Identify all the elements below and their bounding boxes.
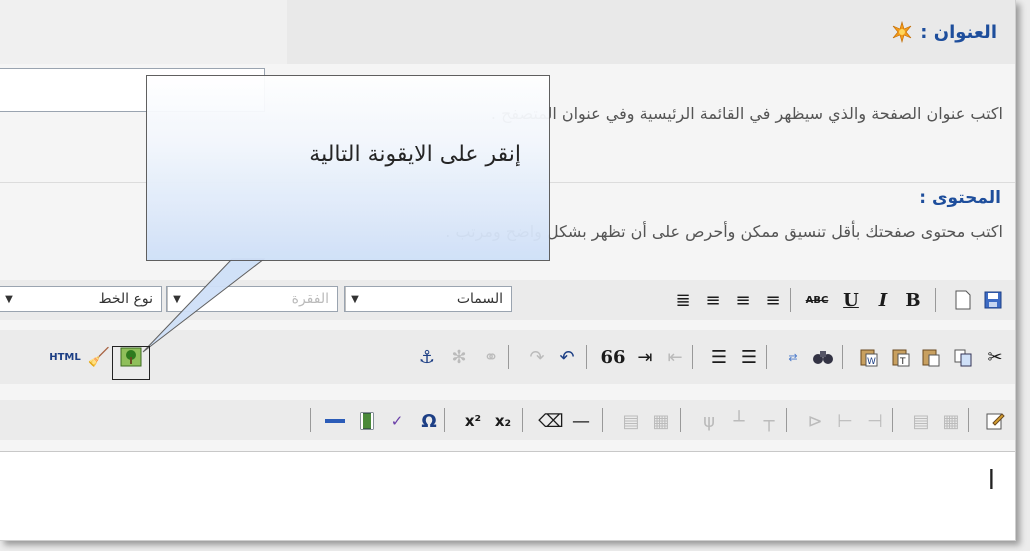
toolbar-separator <box>790 288 791 312</box>
styles-select[interactable]: ▼ السمات <box>344 286 512 312</box>
bold-button[interactable]: B <box>900 287 926 313</box>
edit-form-icon[interactable] <box>982 408 1008 434</box>
subscript-button[interactable]: x₂ <box>490 408 516 434</box>
align-right-icon[interactable]: ≡ <box>760 287 786 313</box>
toolbar-separator <box>842 345 843 369</box>
find-icon[interactable] <box>810 344 836 370</box>
paste-text-icon[interactable]: T <box>888 344 914 370</box>
blockquote-icon[interactable]: 66 <box>600 344 626 370</box>
eraser-icon[interactable]: ⌫ <box>538 408 564 434</box>
editor-toolbar-row-1: B I U ABC ≡ ≡ ≡ ≣ ▼ السمات ▼ الفقرة ▼ نو… <box>0 280 1015 320</box>
save-icon[interactable] <box>980 287 1006 313</box>
unlink-icon[interactable]: ✻ <box>446 344 472 370</box>
chevron-down-icon: ▼ <box>0 287 18 311</box>
callout-tooltip: إنقر على الايقونة التالية <box>146 75 550 261</box>
screenshot-stage: العنوان : اكتب عنوان الصفحة والذي سيظهر … <box>0 0 1030 551</box>
table-cell-icon[interactable]: ▦ <box>938 408 964 434</box>
outdent-icon[interactable]: ⇤ <box>662 344 688 370</box>
toolbar-separator <box>892 408 893 432</box>
delete-col-icon[interactable]: ⊳ <box>802 408 828 434</box>
font-family-select[interactable]: ▼ نوع الخط <box>0 286 162 312</box>
insert-row-after-icon[interactable]: ┬ <box>756 408 782 434</box>
svg-text:T: T <box>899 357 906 367</box>
align-center-icon[interactable]: ≡ <box>730 287 756 313</box>
toolbar-separator <box>766 345 767 369</box>
callout-text: إنقر على الايقونة التالية <box>309 142 521 167</box>
toolbar-separator <box>968 408 969 432</box>
toolbar-separator <box>508 345 509 369</box>
html-source-button[interactable]: HTML <box>46 344 84 370</box>
undo-icon[interactable]: ↶ <box>554 344 580 370</box>
paste-word-icon[interactable]: W <box>856 344 882 370</box>
align-justify-icon[interactable]: ≣ <box>670 287 696 313</box>
italic-button[interactable]: I <box>870 287 896 313</box>
redo-icon[interactable]: ↷ <box>524 344 550 370</box>
superscript-button[interactable]: x² <box>460 408 486 434</box>
cut-icon[interactable]: ✂ <box>982 344 1008 370</box>
insert-row-before-icon[interactable]: ┴ <box>726 408 752 434</box>
toolbar-separator <box>680 408 681 432</box>
special-char-button[interactable]: Ω <box>416 408 442 434</box>
svg-text:W: W <box>867 357 876 367</box>
title-label: العنوان : <box>920 21 997 43</box>
link-icon[interactable]: ⚭ <box>478 344 504 370</box>
editor-content-area[interactable]: ا <box>0 451 1015 540</box>
toolbar-separator <box>935 288 936 312</box>
media-icon[interactable] <box>354 408 380 434</box>
insert-table-icon[interactable]: ▤ <box>618 408 644 434</box>
table-props-icon[interactable]: ▦ <box>648 408 674 434</box>
indent-icon[interactable]: ⇥ <box>632 344 658 370</box>
title-label-group: العنوان : <box>890 20 997 44</box>
toolbar-separator <box>444 408 445 432</box>
table-merge-icon[interactable]: ▤ <box>908 408 934 434</box>
spellcheck-icon[interactable]: ✓ <box>384 408 410 434</box>
cleanup-icon[interactable]: 🧹 <box>86 344 112 370</box>
paragraph-select[interactable]: ▼ الفقرة <box>166 286 338 312</box>
hr-icon[interactable] <box>322 408 348 434</box>
editor-toolbar-row-2: ✂ T W ⇄ ☰ ☰ ⇤ ⇥ 66 ↶ ↷ ⚭ ✻ ⚓ 🧹 HTML <box>0 330 1015 384</box>
title-row-strip <box>0 0 1015 64</box>
numbered-list-icon[interactable]: ☰ <box>706 344 732 370</box>
toolbar-separator <box>310 408 311 432</box>
underline-button[interactable]: U <box>838 287 864 313</box>
editor-toolbar-row-3: ▦ ▤ ⊣ ⊢ ⊳ ┬ ┴ ψ ▦ ▤ — ⌫ x₂ x² Ω ✓ <box>0 400 1015 440</box>
toolbar-separator <box>692 345 693 369</box>
strikethrough-button[interactable]: ABC <box>804 287 830 313</box>
star-icon <box>893 20 912 44</box>
toolbar-separator <box>602 408 603 432</box>
copy-icon[interactable] <box>950 344 976 370</box>
toolbar-separator <box>522 408 523 432</box>
delete-row-icon[interactable]: ψ <box>696 408 722 434</box>
new-document-icon[interactable] <box>950 287 976 313</box>
paste-icon[interactable] <box>918 344 944 370</box>
insert-col-before-icon[interactable]: ⊢ <box>832 408 858 434</box>
chevron-down-icon: ▼ <box>345 287 364 311</box>
replace-icon[interactable]: ⇄ <box>780 344 806 370</box>
bullet-list-icon[interactable]: ☰ <box>736 344 762 370</box>
insert-col-after-icon[interactable]: ⊣ <box>862 408 888 434</box>
image-icon-highlight <box>112 346 150 380</box>
chevron-down-icon: ▼ <box>167 287 186 311</box>
horizontal-line-icon[interactable]: — <box>568 408 594 434</box>
editor-text: ا <box>987 466 995 496</box>
toolbar-separator <box>786 408 787 432</box>
toolbar-separator <box>586 345 587 369</box>
align-left-icon[interactable]: ≡ <box>700 287 726 313</box>
content-label: المحتوى : <box>919 188 1001 208</box>
anchor-icon[interactable]: ⚓ <box>414 344 440 370</box>
